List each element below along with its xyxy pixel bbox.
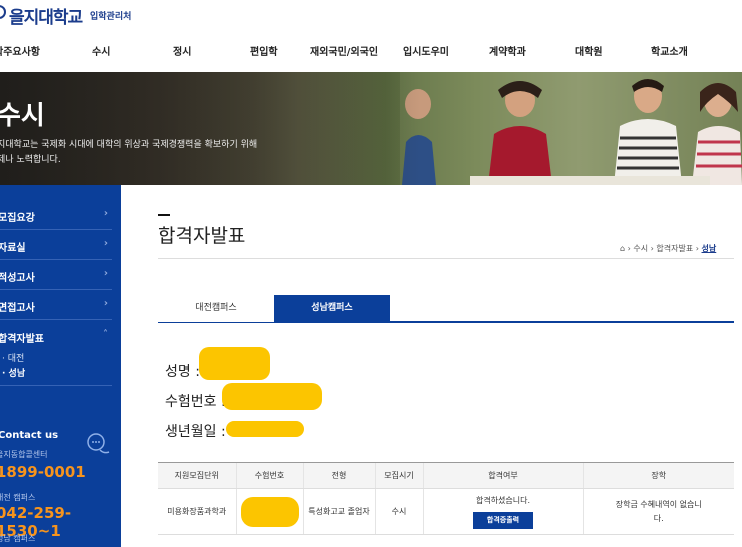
cell-result: 합격하셨습니다. 합격증출력	[422, 488, 583, 535]
column-header: 수험번호	[235, 462, 303, 489]
sidebar-subitem-seongnam[interactable]: · 성남	[2, 366, 25, 379]
sidebar-item-label: 적성고사	[0, 273, 35, 284]
nav-item[interactable]: 학교소개	[651, 43, 688, 58]
sidebar-item-interview[interactable]: 면접고사 ›	[0, 290, 112, 320]
contact-line: 대전 캠퍼스	[0, 493, 36, 502]
hero-banner: 수시 지대학교는 국제화 시대에 대학의 위상과 국제경쟁력을 확보하기 위해 …	[0, 72, 742, 185]
print-certificate-button[interactable]: 합격증출력	[473, 512, 533, 529]
nav-item[interactable]: 대학원	[575, 43, 603, 58]
global-nav: 학주요사항 수시 정시 편입학 재외국민/외국인 입시도우미 계약학과 대학원 …	[0, 32, 742, 72]
contact-phone[interactable]: 1899-0001	[0, 463, 86, 481]
hero-title: 수시	[0, 101, 45, 131]
chevron-right-icon: ›	[103, 238, 108, 249]
logo-icon	[0, 5, 6, 19]
logo-text[interactable]: 을지대학교	[9, 3, 83, 28]
divider	[158, 258, 734, 259]
hero-desc-line: 지대학교는 국제화 시대에 대학의 위상과 국제경쟁력을 확보하기 위해	[0, 140, 258, 150]
cell-exam-number	[235, 488, 303, 535]
table-row: 미용화장품과학과 특성화고교 졸업자 수시 합격하셨습니다. 합격증출력 장학금…	[158, 488, 734, 535]
nav-item[interactable]: 편입학	[250, 43, 278, 58]
chevron-up-icon: ˄	[103, 329, 108, 340]
sidebar-item-label: 면접고사	[0, 303, 35, 314]
exam-number-label: 수험번호 :	[165, 394, 226, 410]
chevron-right-icon: ›	[103, 208, 108, 219]
page-title: 합격자발표	[158, 225, 246, 247]
cell-unit: 미용화장품과학과	[158, 488, 236, 535]
contact-line: 성남 캠퍼스	[0, 534, 36, 543]
sidebar-subitem-daejeon[interactable]: · 대전	[2, 351, 24, 364]
chat-phone-icon	[87, 433, 110, 454]
column-header: 모집시기	[374, 462, 423, 489]
result-table: 지원모집단위 수험번호 전형 모집시기 합격여부 장학 미용화장품과학과 특성화…	[158, 462, 734, 535]
column-header: 합격여부	[422, 462, 583, 489]
breadcrumb-current[interactable]: 성남	[702, 244, 717, 253]
title-mark	[158, 214, 170, 216]
sidebar-item-results[interactable]: 합격자발표 ˄	[0, 321, 112, 351]
campus-tabs: 대전캠퍼스 성남캠퍼스	[158, 295, 734, 323]
breadcrumb: ⌂ › 수시 › 합격자발표 › 성남	[620, 243, 716, 254]
cell-track: 특성화고교 졸업자	[302, 488, 375, 535]
top-bar: 을지대학교 입학관리처	[0, 0, 742, 32]
birth-date-label: 생년월일 :	[165, 424, 226, 440]
cell-scholarship: 장학금 수혜내역이 없습니 다.	[582, 488, 734, 535]
redacted-exam-number	[222, 383, 322, 410]
sidebar-item-label: 합격자발표	[0, 334, 44, 345]
redacted-exam-number	[240, 496, 299, 527]
name-label: 성명 :	[165, 364, 200, 380]
hero-desc-line: 제나 노력합니다.	[0, 155, 61, 165]
logo-subtitle: 입학관리처	[90, 12, 132, 22]
contact-title: Contact us	[0, 430, 59, 441]
nav-item[interactable]: 정시	[173, 43, 191, 58]
scholarship-text: 장학금 수혜내역이 없습니	[615, 499, 702, 509]
column-header: 지원모집단위	[158, 462, 236, 489]
nav-item[interactable]: 입시도우미	[403, 43, 449, 58]
sidebar-item-resources[interactable]: 자료실 ›	[0, 230, 112, 260]
scholarship-text: 다.	[653, 513, 664, 523]
sidebar-item-admission-guide[interactable]: 모집요강 ›	[0, 200, 112, 230]
nav-item[interactable]: 학주요사항	[0, 43, 40, 58]
nav-item[interactable]: 수시	[92, 43, 110, 58]
sidebar: 모집요강 › 자료실 › 적성고사 › 면접고사 › 합격자발표 ˄ · 대전 …	[0, 185, 121, 547]
redacted-birth-date	[226, 421, 304, 437]
tab-seongnam-campus[interactable]: 성남캠퍼스	[274, 295, 390, 322]
sidebar-item-label: 자료실	[0, 243, 26, 254]
home-icon[interactable]: ⌂	[620, 244, 625, 253]
hero-description: 지대학교는 국제화 시대에 대학의 위상과 국제경쟁력을 확보하기 위해 제나 …	[0, 138, 317, 168]
result-text: 합격하셨습니다.	[475, 496, 531, 505]
students-photo	[400, 72, 742, 185]
column-header: 장학	[582, 462, 734, 489]
cell-period: 수시	[374, 488, 423, 535]
chevron-right-icon: ›	[103, 298, 108, 309]
sidebar-item-aptitude-test[interactable]: 적성고사 ›	[0, 260, 112, 290]
table-header-row: 지원모집단위 수험번호 전형 모집시기 합격여부 장학	[158, 462, 734, 489]
tab-daejeon-campus[interactable]: 대전캠퍼스	[158, 295, 274, 322]
divider	[0, 385, 112, 386]
hero-overlay	[0, 72, 420, 185]
chevron-right-icon: ›	[103, 268, 108, 279]
breadcrumb-item[interactable]: 합격자발표	[656, 244, 693, 253]
nav-item[interactable]: 재외국민/외국인	[310, 43, 378, 58]
nav-item[interactable]: 계약학과	[489, 43, 526, 58]
breadcrumb-item[interactable]: 수시	[633, 244, 648, 253]
contact-line: 을지동합콜센터	[0, 450, 48, 459]
sidebar-item-label: 모집요강	[0, 213, 35, 224]
redacted-name	[199, 347, 270, 380]
column-header: 전형	[302, 462, 375, 489]
